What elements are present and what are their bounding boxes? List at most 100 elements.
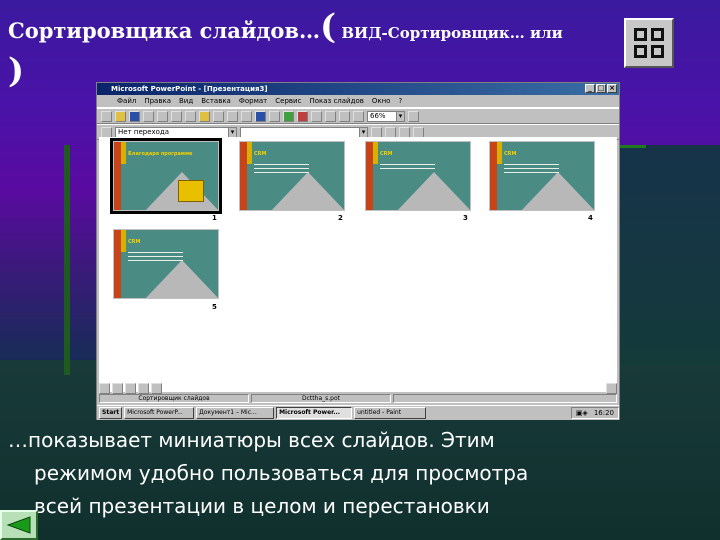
slide-caption: …показывает миниатюры всех слайдов. Этим…	[8, 424, 708, 523]
cut-icon[interactable]	[171, 110, 182, 122]
slide-number: 3	[463, 214, 468, 222]
transition-value: Нет перехода	[118, 127, 170, 136]
status-empty	[393, 394, 617, 403]
thumb-text-line	[504, 168, 559, 169]
thumb-text-line	[128, 256, 183, 257]
thumb-yellow-bar	[497, 142, 502, 164]
new-icon[interactable]	[101, 110, 112, 122]
task-paint[interactable]: untitled - Paint	[354, 407, 427, 419]
menu-file[interactable]: Файл	[117, 97, 136, 105]
menu-tools[interactable]: Сервис	[275, 97, 301, 105]
title-paren-open: (	[320, 7, 337, 47]
menu-help[interactable]: ?	[398, 97, 402, 105]
tray-icons: ▣◈	[575, 409, 588, 417]
copy-icon[interactable]	[185, 110, 196, 122]
format-painter-icon[interactable]	[213, 110, 224, 122]
speaker-notes-icon[interactable]	[413, 126, 424, 138]
slide-transition-icon[interactable]	[101, 126, 112, 138]
task-powerpoint-active[interactable]: Microsoft Power...	[276, 407, 353, 419]
scroll-right-icon[interactable]	[606, 383, 617, 394]
slide-view-icon[interactable]	[125, 383, 136, 394]
menu-window[interactable]: Окно	[372, 97, 391, 105]
status-template: Dcttha_s.pot	[251, 394, 391, 403]
slide-thumbnail-3[interactable]: CRM	[365, 141, 471, 211]
status-bar: Сортировщик слайдов Dcttha_s.pot	[99, 394, 617, 404]
decor-dark-panel	[618, 145, 720, 365]
menu-edit[interactable]: Правка	[144, 97, 171, 105]
undo-icon[interactable]	[227, 110, 238, 122]
task-powerpoint-1[interactable]: Microsoft PowerP...	[124, 407, 195, 419]
apply-design-icon[interactable]	[339, 110, 350, 122]
close-icon[interactable]: ×	[607, 84, 617, 93]
insert-table-icon[interactable]	[283, 110, 294, 122]
grayscale-icon[interactable]	[353, 110, 364, 122]
save-icon[interactable]	[129, 110, 140, 122]
slide-layout-icon[interactable]	[325, 110, 336, 122]
thumb-text-line	[128, 260, 183, 261]
thumb-text-line	[504, 172, 559, 173]
slide-sorter-view-icon[interactable]	[138, 383, 149, 394]
standard-toolbar: 66% ▾	[97, 108, 619, 124]
decor-green-line	[618, 145, 646, 148]
start-button[interactable]: Start	[99, 407, 123, 419]
thumb-triangle	[144, 260, 218, 298]
zoom-select[interactable]: 66% ▾	[367, 110, 405, 122]
sorter-cell	[651, 45, 664, 58]
horizontal-scrollbar[interactable]	[164, 383, 604, 393]
summary-slide-icon[interactable]	[399, 126, 410, 138]
slide-sorter-icon[interactable]	[624, 18, 674, 68]
thumb-triangle	[270, 172, 344, 210]
slide-number: 4	[588, 214, 593, 222]
spell-check-icon[interactable]	[157, 110, 168, 122]
thumb-yellow-bar	[121, 142, 126, 164]
slide-number: 5	[212, 303, 217, 311]
outline-view-icon[interactable]	[112, 383, 123, 394]
insert-chart-icon[interactable]	[297, 110, 308, 122]
title-part1: Сортировщика слайдов…	[8, 18, 321, 43]
thumb-yellow-bar	[247, 142, 252, 164]
hyperlink-icon[interactable]	[255, 110, 266, 122]
redo-icon[interactable]	[241, 110, 252, 122]
thumb-text-line	[128, 252, 183, 253]
open-icon[interactable]	[115, 110, 126, 122]
help-icon[interactable]	[408, 110, 419, 122]
hide-slide-icon[interactable]	[371, 126, 382, 138]
menu-format[interactable]: Формат	[239, 97, 267, 105]
thumb-red-bar	[240, 142, 247, 210]
slide-thumbnail-5[interactable]: CRM	[113, 229, 219, 299]
menu-insert[interactable]: Вставка	[201, 97, 231, 105]
slide-number: 1	[212, 214, 217, 222]
new-slide-icon[interactable]	[311, 110, 322, 122]
menu-slideshow[interactable]: Показ слайдов	[309, 97, 363, 105]
normal-view-icon[interactable]	[99, 383, 110, 394]
thumb-yellow-bar	[121, 230, 126, 252]
slide-thumbnail-1[interactable]: Благодаря программе	[110, 138, 222, 214]
menu-view[interactable]: Вид	[179, 97, 193, 105]
back-arrow-icon[interactable]	[0, 510, 38, 540]
paste-icon[interactable]	[199, 110, 210, 122]
print-icon[interactable]	[143, 110, 154, 122]
window-controls: _ □ ×	[585, 84, 617, 93]
web-toolbar-icon[interactable]	[269, 110, 280, 122]
decor-green-bar	[64, 145, 70, 375]
maximize-icon[interactable]: □	[596, 84, 606, 93]
thumb-text-line	[380, 168, 435, 169]
thumb-red-bar	[114, 142, 121, 210]
title-part2: ВИД-Сортировщик… или	[336, 24, 563, 42]
chevron-down-icon: ▾	[359, 127, 367, 137]
transition-select[interactable]: Нет перехода ▾	[115, 126, 237, 138]
slide-number: 2	[338, 214, 343, 222]
preset-animation-select[interactable]: ▾	[240, 126, 368, 138]
task-word-document[interactable]: Документ1 – Mic...	[196, 407, 275, 419]
thumb-red-bar	[490, 142, 497, 210]
window-title: Microsoft PowerPoint - [Презентация3]	[111, 85, 268, 93]
zoom-value: 66%	[370, 111, 386, 120]
minimize-icon[interactable]: _	[585, 84, 595, 93]
thumb-text-line	[504, 164, 559, 165]
slide-thumbnail-2[interactable]: CRM	[239, 141, 345, 211]
chevron-down-icon: ▾	[396, 111, 404, 121]
window-titlebar[interactable]: Microsoft PowerPoint - [Презентация3] _ …	[97, 83, 619, 95]
rehearse-timings-icon[interactable]	[385, 126, 396, 138]
slide-thumbnail-4[interactable]: CRM	[489, 141, 595, 211]
slideshow-view-icon[interactable]	[151, 383, 162, 394]
